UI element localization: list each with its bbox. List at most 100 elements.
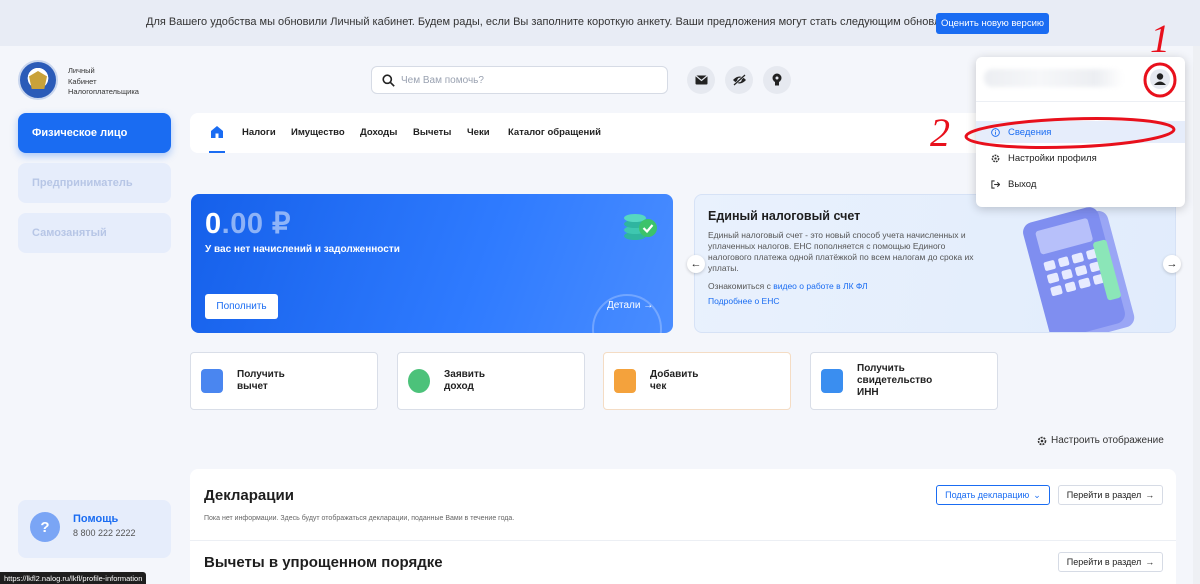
help-card[interactable]: ? Помощь 8 800 222 2222 (18, 500, 171, 558)
tile-line-2: свидетельство (857, 375, 933, 386)
top-up-button[interactable]: Пополнить (205, 294, 278, 319)
sidebar-item-entrepreneur[interactable]: Предприниматель (18, 163, 171, 203)
page-scrollbar[interactable] (1193, 46, 1200, 584)
menu-item-label: Сведения (1008, 126, 1052, 138)
mail-icon (694, 75, 708, 85)
tile-line-1: Заявить (444, 369, 486, 380)
top-banner: Для Вашего удобства мы обновили Личный к… (0, 0, 1200, 46)
help-icon: ? (30, 512, 60, 542)
balance-amount: 0.00 ₽ (205, 206, 291, 241)
ens-card: Единый налоговый счет Единый налоговый с… (694, 194, 1176, 333)
ens-more-link[interactable]: Подробнее о ЕНС (708, 296, 779, 306)
lightbulb-icon (772, 73, 782, 86)
balance-status: У вас нет начислений и задолженности (205, 244, 400, 255)
menu-item-profile-settings[interactable]: Настройки профиля (976, 147, 1185, 169)
tile-declare-income[interactable]: Заявить доход (397, 352, 585, 410)
nav-item-property[interactable]: Имущество (291, 127, 345, 138)
gear-icon (1037, 436, 1047, 445)
carousel-next-button[interactable]: → (1163, 255, 1181, 273)
tile-add-receipt[interactable]: Добавить чек (603, 352, 791, 410)
messages-button[interactable] (687, 66, 715, 94)
carousel-prev-button[interactable]: ← (687, 255, 705, 273)
menu-item-info[interactable]: Сведения (976, 121, 1185, 143)
hide-amounts-button[interactable] (725, 66, 753, 94)
nav-item-receipts[interactable]: Чеки (467, 127, 490, 138)
search-icon (382, 73, 395, 87)
details-label: Детали (607, 300, 641, 311)
goto-label: Перейти в раздел (1066, 557, 1142, 567)
user-avatar-icon[interactable] (1149, 68, 1171, 90)
tile-line-1: Добавить (650, 369, 699, 380)
user-name-blurred (984, 69, 1124, 87)
sidebar-item-individual[interactable]: Физическое лицо (18, 113, 171, 153)
ens-video-line: Ознакомиться с видео о работе в ЛК ФЛ (708, 281, 868, 291)
nav-item-appeals-catalog[interactable]: Каталог обращений (508, 127, 601, 138)
tile-label: Получить вычет (237, 369, 285, 393)
declarations-panel: Декларации Пока нет информации. Здесь бу… (190, 469, 1176, 584)
tile-line-1: Получить (857, 363, 905, 374)
monitor-icon (821, 369, 843, 393)
ruble-coin-icon (408, 369, 430, 393)
fns-logo[interactable] (18, 60, 58, 100)
balance-card: 0.00 ₽ У вас нет начислений и задолженно… (191, 194, 673, 333)
tile-get-deduction[interactable]: Получить вычет (190, 352, 378, 410)
eye-off-icon (732, 74, 746, 86)
logo-text: Личный Кабинет Налогоплательщика (68, 66, 139, 98)
tile-line-3: ИНН (857, 387, 879, 398)
logout-icon (991, 179, 1000, 189)
menu-item-label: Выход (1008, 178, 1037, 190)
submit-declaration-button[interactable]: Подать декларацию ⌄ (936, 485, 1050, 505)
search-box[interactable] (371, 66, 668, 94)
logo-line-2: Кабинет (68, 76, 97, 86)
nav-item-income[interactable]: Доходы (360, 127, 397, 138)
logo-line-3: Налогоплательщика (68, 87, 139, 96)
declarations-empty-text: Пока нет информации. Здесь будут отображ… (204, 515, 515, 522)
ens-link-prefix: Ознакомиться с (708, 281, 771, 291)
nav-item-taxes[interactable]: Налоги (242, 127, 276, 138)
emblem-icon (29, 71, 47, 89)
divider (976, 101, 1185, 102)
status-bar-url: https://lkfl2.nalog.ru/lkfl/profile-info… (0, 572, 147, 584)
tile-line-2: вычет (237, 381, 268, 392)
arrow-right-icon: → (1145, 557, 1155, 567)
info-icon (991, 127, 1000, 137)
tile-label: Получить свидетельство ИНН (857, 363, 932, 399)
tile-line-1: Получить (237, 369, 285, 380)
balance-amount-dec: .00 ₽ (221, 208, 291, 240)
declarations-goto-button[interactable]: Перейти в раздел → (1058, 485, 1163, 505)
tips-button[interactable] (763, 66, 791, 94)
home-icon[interactable] (210, 125, 224, 139)
help-phone[interactable]: 8 800 222 2222 (73, 528, 136, 538)
receipt-icon (614, 369, 636, 393)
customize-display-link[interactable]: Настроить отображение (1037, 435, 1164, 446)
home-active-indicator (209, 151, 225, 153)
arrow-left-icon: ← (690, 258, 702, 270)
ens-description: Единый налоговый счет - это новый способ… (708, 230, 974, 273)
submit-declaration-label: Подать декларацию (945, 490, 1030, 500)
rate-new-version-button[interactable]: Оценить новую версию (936, 13, 1049, 34)
tile-line-2: чек (650, 381, 667, 392)
profile-dropdown: Сведения Настройки профиля Выход (976, 57, 1185, 207)
arrow-right-icon: → (643, 300, 654, 311)
banner-text: Для Вашего удобства мы обновили Личный к… (146, 16, 973, 28)
nav-item-deductions[interactable]: Вычеты (413, 127, 451, 138)
tile-label: Заявить доход (444, 369, 485, 393)
simplified-deductions-title: Вычеты в упрощенном порядке (204, 554, 443, 571)
divider (190, 540, 1176, 541)
sidebar-item-self-employed[interactable]: Самозанятый (18, 213, 171, 253)
tile-line-2: доход (444, 381, 474, 392)
ens-video-link[interactable]: видео о работе в ЛК ФЛ (773, 281, 867, 291)
ens-title: Единый налоговый счет (708, 209, 861, 223)
goto-label: Перейти в раздел (1066, 490, 1142, 500)
coins-check-icon (624, 214, 657, 240)
deductions-goto-button[interactable]: Перейти в раздел → (1058, 552, 1163, 572)
search-input[interactable] (401, 74, 651, 86)
balance-amount-int: 0 (205, 208, 222, 240)
tile-get-inn-certificate[interactable]: Получить свидетельство ИНН (810, 352, 998, 410)
arrow-right-icon: → (1145, 490, 1155, 500)
logo-line-1: Личный (68, 66, 95, 75)
arrow-right-icon: → (1166, 258, 1178, 270)
menu-item-logout[interactable]: Выход (976, 173, 1185, 195)
tile-label: Добавить чек (650, 369, 698, 393)
details-link[interactable]: Детали → (607, 300, 653, 311)
